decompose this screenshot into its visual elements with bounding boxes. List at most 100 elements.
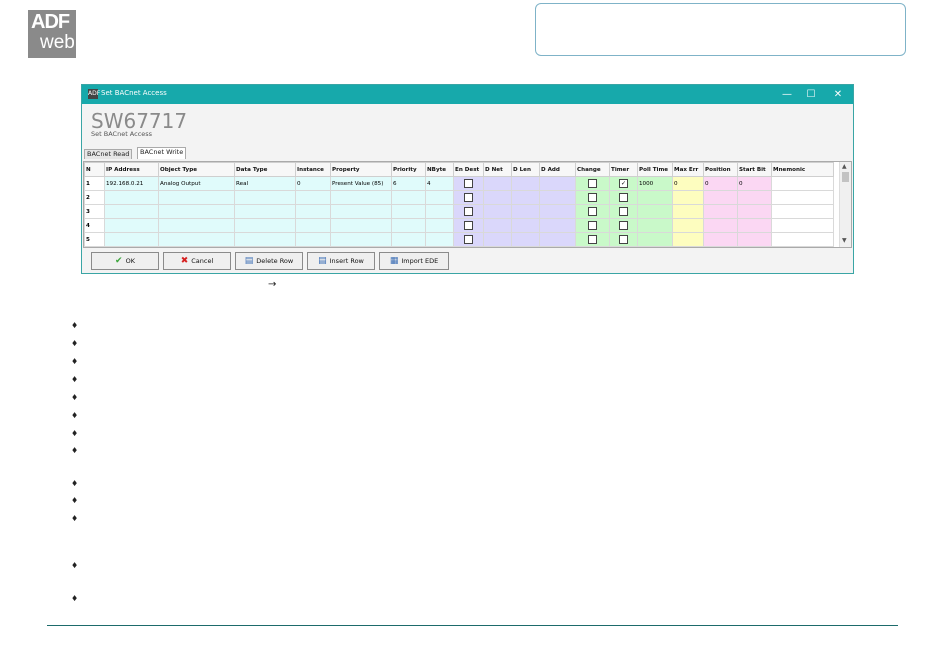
data-type-cell[interactable]: Real bbox=[234, 176, 296, 191]
data-type-cell[interactable] bbox=[234, 218, 296, 233]
checkbox[interactable] bbox=[588, 207, 597, 216]
poll-time-cell[interactable] bbox=[637, 204, 673, 219]
object-type-cell[interactable]: Analog Output bbox=[158, 176, 235, 191]
max-err-cell[interactable] bbox=[672, 190, 704, 205]
poll-time-cell[interactable]: 1000 bbox=[637, 176, 673, 191]
object-type-cell[interactable] bbox=[158, 204, 235, 219]
d-add-cell[interactable] bbox=[539, 204, 576, 219]
minimize-button[interactable]: — bbox=[777, 87, 797, 102]
poll-time-cell[interactable] bbox=[637, 190, 673, 205]
property-cell[interactable] bbox=[330, 232, 392, 247]
d-add-cell[interactable] bbox=[539, 176, 576, 191]
table-row[interactable]: 2 bbox=[84, 190, 834, 205]
checkbox[interactable] bbox=[464, 221, 473, 230]
priority-cell[interactable] bbox=[391, 232, 426, 247]
d-net-cell[interactable] bbox=[483, 218, 512, 233]
start-bit-cell[interactable]: 0 bbox=[737, 176, 772, 191]
position-cell[interactable] bbox=[703, 232, 738, 247]
instance-cell[interactable] bbox=[295, 190, 331, 205]
en-dest-checkbox[interactable] bbox=[453, 232, 484, 247]
cancel-button[interactable]: ✖ Cancel bbox=[163, 252, 231, 270]
change-checkbox[interactable] bbox=[575, 218, 610, 233]
priority-cell[interactable] bbox=[391, 190, 426, 205]
ip-address-cell[interactable] bbox=[104, 218, 159, 233]
position-cell[interactable] bbox=[703, 190, 738, 205]
d-net-cell[interactable] bbox=[483, 176, 512, 191]
d-net-cell[interactable] bbox=[483, 204, 512, 219]
table-row[interactable]: 1 192.168.0.21 Analog Output Real 0 Present V… bbox=[84, 176, 834, 191]
en-dest-checkbox[interactable] bbox=[453, 190, 484, 205]
nbyte-cell[interactable] bbox=[425, 204, 454, 219]
checkbox[interactable] bbox=[464, 193, 473, 202]
mnemonic-cell[interactable] bbox=[771, 204, 834, 219]
table-row[interactable]: 5 bbox=[84, 232, 834, 247]
checkbox[interactable] bbox=[588, 179, 597, 188]
en-dest-checkbox[interactable] bbox=[453, 204, 484, 219]
row-number-cell[interactable]: 4 bbox=[84, 218, 105, 233]
priority-cell[interactable] bbox=[391, 204, 426, 219]
mnemonic-cell[interactable] bbox=[771, 176, 834, 191]
close-button[interactable]: ✕ bbox=[828, 87, 848, 102]
insert-row-button[interactable]: ▤ Insert Row bbox=[307, 252, 375, 270]
mnemonic-cell[interactable] bbox=[771, 232, 834, 247]
checkbox[interactable] bbox=[588, 221, 597, 230]
nbyte-cell[interactable]: 4 bbox=[425, 176, 454, 191]
start-bit-cell[interactable] bbox=[737, 232, 772, 247]
instance-cell[interactable] bbox=[295, 232, 331, 247]
checkbox[interactable] bbox=[464, 207, 473, 216]
timer-checkbox[interactable] bbox=[609, 190, 638, 205]
tab-bacnet-write[interactable]: BACnet Write bbox=[137, 147, 187, 159]
change-checkbox[interactable] bbox=[575, 176, 610, 191]
en-dest-checkbox[interactable] bbox=[453, 218, 484, 233]
row-number-cell[interactable]: 3 bbox=[84, 204, 105, 219]
d-len-cell[interactable] bbox=[511, 232, 540, 247]
change-checkbox[interactable] bbox=[575, 232, 610, 247]
start-bit-cell[interactable] bbox=[737, 190, 772, 205]
position-cell[interactable] bbox=[703, 218, 738, 233]
d-len-cell[interactable] bbox=[511, 190, 540, 205]
ip-address-cell[interactable] bbox=[104, 232, 159, 247]
d-len-cell[interactable] bbox=[511, 218, 540, 233]
change-checkbox[interactable] bbox=[575, 204, 610, 219]
nbyte-cell[interactable] bbox=[425, 232, 454, 247]
start-bit-cell[interactable] bbox=[737, 218, 772, 233]
data-type-cell[interactable] bbox=[234, 232, 296, 247]
instance-cell[interactable]: 0 bbox=[295, 176, 331, 191]
checkbox[interactable] bbox=[588, 235, 597, 244]
object-type-cell[interactable] bbox=[158, 232, 235, 247]
checkbox[interactable] bbox=[619, 207, 628, 216]
checkbox[interactable] bbox=[619, 193, 628, 202]
row-number-cell[interactable]: 1 bbox=[84, 176, 105, 191]
mnemonic-cell[interactable] bbox=[771, 190, 834, 205]
ok-button[interactable]: ✔ OK bbox=[91, 252, 159, 270]
en-dest-checkbox[interactable] bbox=[453, 176, 484, 191]
table-row[interactable]: 3 bbox=[84, 204, 834, 219]
max-err-cell[interactable] bbox=[672, 232, 704, 247]
timer-checkbox[interactable] bbox=[609, 204, 638, 219]
property-cell[interactable]: Present Value (85) bbox=[330, 176, 392, 191]
checkbox[interactable] bbox=[619, 221, 628, 230]
priority-cell[interactable] bbox=[391, 218, 426, 233]
timer-checkbox[interactable] bbox=[609, 232, 638, 247]
instance-cell[interactable] bbox=[295, 204, 331, 219]
ip-address-cell[interactable] bbox=[104, 204, 159, 219]
ip-address-cell[interactable]: 192.168.0.21 bbox=[104, 176, 159, 191]
max-err-cell[interactable] bbox=[672, 204, 704, 219]
row-number-cell[interactable]: 2 bbox=[84, 190, 105, 205]
d-add-cell[interactable] bbox=[539, 232, 576, 247]
d-len-cell[interactable] bbox=[511, 176, 540, 191]
data-type-cell[interactable] bbox=[234, 190, 296, 205]
poll-time-cell[interactable] bbox=[637, 232, 673, 247]
import-ede-button[interactable]: ▦ Import EDE bbox=[379, 252, 449, 270]
d-net-cell[interactable] bbox=[483, 232, 512, 247]
scroll-thumb[interactable] bbox=[842, 172, 849, 182]
scroll-down-icon[interactable]: ▼ bbox=[842, 237, 847, 244]
nbyte-cell[interactable] bbox=[425, 218, 454, 233]
mnemonic-cell[interactable] bbox=[771, 218, 834, 233]
checkbox[interactable] bbox=[464, 179, 473, 188]
checkbox[interactable] bbox=[619, 235, 628, 244]
max-err-cell[interactable]: 0 bbox=[672, 176, 704, 191]
vertical-scrollbar[interactable]: ▲ ▼ bbox=[839, 162, 851, 247]
checkbox[interactable]: ✓ bbox=[619, 179, 628, 188]
checkbox[interactable] bbox=[464, 235, 473, 244]
